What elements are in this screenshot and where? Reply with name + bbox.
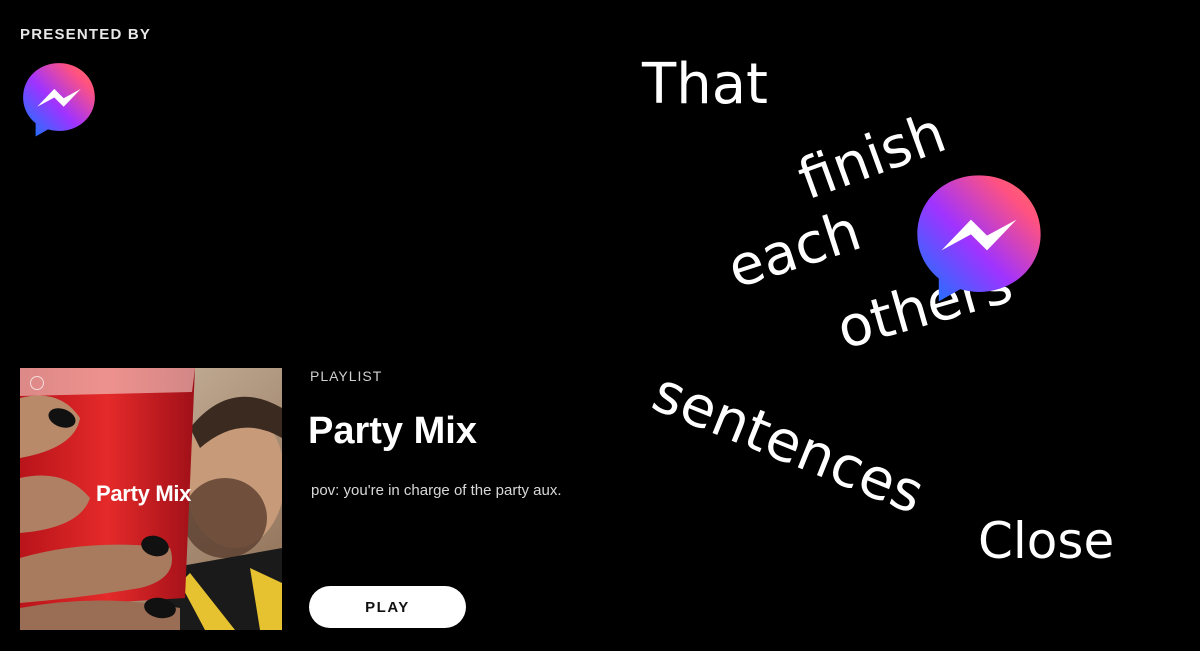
spotify-icon xyxy=(30,376,44,390)
messenger-icon xyxy=(912,170,1046,304)
messenger-icon xyxy=(20,60,98,138)
presented-by-label: PRESENTED BY xyxy=(20,26,152,43)
cover-title: Party Mix xyxy=(96,481,192,506)
playlist-type-label: PLAYLIST xyxy=(310,368,383,384)
playlist-description: pov: you're in charge of the party aux. xyxy=(311,482,562,499)
play-button[interactable]: PLAY xyxy=(309,586,466,628)
playlist-title[interactable]: Party Mix xyxy=(308,410,477,453)
close-button[interactable]: Close xyxy=(978,512,1114,570)
playlist-cover-image[interactable]: Party Mix xyxy=(20,368,282,630)
tagline-word-sentences: sentences xyxy=(643,360,933,528)
tagline-word-each: each xyxy=(720,198,869,302)
tagline-word-that: That xyxy=(642,52,768,117)
